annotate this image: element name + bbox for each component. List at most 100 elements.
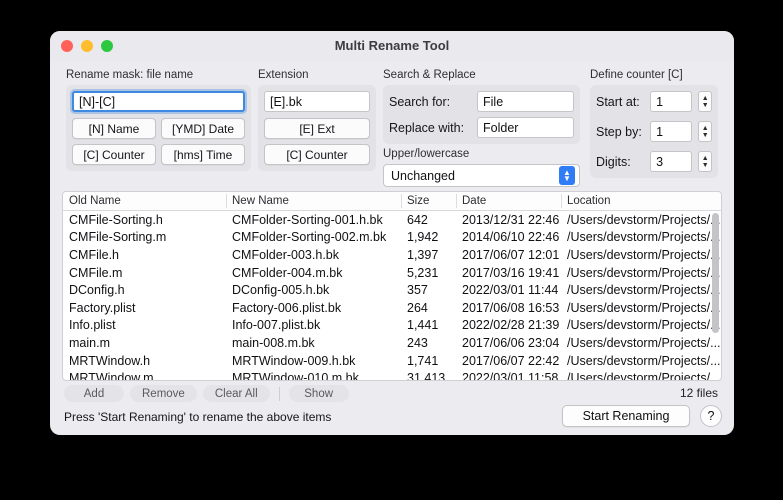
show-button[interactable]: Show	[289, 385, 349, 402]
table-row[interactable]: CMFile.mCMFolder-004.m.bk5,2312017/03/16…	[63, 264, 721, 282]
counter-digits-input[interactable]: 3	[650, 151, 692, 172]
table-row[interactable]: CMFile-Sorting.hCMFolder-Sorting-001.h.b…	[63, 211, 721, 229]
table-vertical-scrollbar[interactable]	[712, 213, 719, 378]
column-header-old-name[interactable]: Old Name	[63, 192, 226, 210]
cell-location: /Users/devstorm/Projects/...	[561, 283, 721, 297]
cell-new: CMFolder-Sorting-001.h.bk	[226, 213, 401, 227]
counter-label: Define counter [C]	[590, 69, 718, 81]
search-replace-box: Search for: File Replace with: Folder	[383, 85, 580, 144]
rename-mask-token-buttons: [N] Name [YMD] Date [C] Counter [hms] Ti…	[72, 118, 245, 165]
token-button-ext[interactable]: [E] Ext	[264, 118, 370, 139]
cell-date: 2022/03/01 11:44	[456, 283, 561, 297]
cell-size: 5,231	[401, 266, 456, 280]
cell-location: /Users/devstorm/Projects/...	[561, 266, 721, 280]
counter-digits-stepper-icon[interactable]: ▲▼	[698, 151, 712, 172]
search-for-input[interactable]: File	[477, 91, 574, 112]
start-renaming-button[interactable]: Start Renaming	[562, 405, 690, 427]
cell-date: 2013/12/31 22:46	[456, 213, 561, 227]
column-header-new-name[interactable]: New Name	[226, 192, 401, 210]
cell-old: DConfig.h	[63, 283, 226, 297]
cell-size: 1,741	[401, 354, 456, 368]
counter-digits-label: Digits:	[596, 155, 644, 169]
add-button[interactable]: Add	[64, 385, 124, 402]
remove-button[interactable]: Remove	[130, 385, 197, 402]
token-button-counter[interactable]: [C] Counter	[72, 144, 156, 165]
token-button-name[interactable]: [N] Name	[72, 118, 156, 139]
file-count-label: 12 files	[680, 386, 718, 400]
case-dropdown[interactable]: Unchanged ▲▼	[383, 164, 580, 187]
counter-start-row: Start at: 1 ▲▼	[596, 91, 712, 112]
table-row[interactable]: CMFile-Sorting.mCMFolder-Sorting-002.m.b…	[63, 229, 721, 247]
multi-rename-tool-window: Multi Rename Tool Rename mask: file name…	[50, 31, 734, 435]
cell-location: /Users/devstorm/Projects/...	[561, 248, 721, 262]
search-replace-group: Search & Replace Search for: File Replac…	[383, 69, 580, 144]
token-button-ext-counter[interactable]: [C] Counter	[264, 144, 370, 165]
counter-step-stepper-icon[interactable]: ▲▼	[698, 121, 712, 142]
extension-label: Extension	[258, 69, 376, 81]
cell-location: /Users/devstorm/Projects/...	[561, 301, 721, 315]
extension-box: [E].bk [E] Ext [C] Counter	[258, 85, 376, 171]
token-button-time[interactable]: [hms] Time	[161, 144, 245, 165]
replace-with-input[interactable]: Folder	[477, 117, 574, 138]
cell-old: Factory.plist	[63, 301, 226, 315]
cell-new: CMFolder-004.m.bk	[226, 266, 401, 280]
cell-new: Info-007.plist.bk	[226, 318, 401, 332]
cell-size: 264	[401, 301, 456, 315]
file-list-table[interactable]: Old Name New Name Size Date Location CMF…	[62, 191, 722, 381]
clear-all-button[interactable]: Clear All	[203, 385, 270, 402]
cell-size: 642	[401, 213, 456, 227]
table-row[interactable]: DConfig.hDConfig-005.h.bk3572022/03/01 1…	[63, 281, 721, 299]
options-panel: Rename mask: file name [N]-[C] [N] Name …	[50, 61, 734, 191]
cell-location: /Users/devstorm/Projects/...	[561, 213, 721, 227]
cell-date: 2017/03/16 19:41	[456, 266, 561, 280]
cell-location: /Users/devstorm/Projects/...	[561, 371, 721, 381]
column-header-location[interactable]: Location	[561, 192, 721, 210]
cell-location: /Users/devstorm/Projects/...	[561, 230, 721, 244]
counter-start-stepper-icon[interactable]: ▲▼	[698, 91, 712, 112]
cell-size: 357	[401, 283, 456, 297]
cell-old: CMFile-Sorting.m	[63, 230, 226, 244]
column-header-size[interactable]: Size	[401, 192, 456, 210]
cell-old: MRTWindow.m	[63, 371, 226, 381]
cell-date: 2017/06/06 23:04	[456, 336, 561, 350]
cell-date: 2014/06/10 22:46	[456, 230, 561, 244]
counter-box: Start at: 1 ▲▼ Step by: 1 ▲▼ Digits: 3 ▲…	[590, 85, 718, 178]
replace-with-row: Replace with: Folder	[389, 117, 574, 138]
rename-mask-input[interactable]: [N]-[C]	[72, 91, 245, 112]
status-hint-text: Press 'Start Renaming' to rename the abo…	[64, 410, 331, 424]
toolbar-divider	[279, 387, 280, 401]
cell-new: MRTWindow-010.m.bk	[226, 371, 401, 381]
cell-size: 1,397	[401, 248, 456, 262]
cell-new: main-008.m.bk	[226, 336, 401, 350]
cell-size: 1,441	[401, 318, 456, 332]
extension-token-buttons: [E] Ext [C] Counter	[264, 118, 370, 165]
cell-size: 243	[401, 336, 456, 350]
counter-step-input[interactable]: 1	[650, 121, 692, 142]
scrollbar-thumb[interactable]	[712, 213, 719, 333]
counter-start-input[interactable]: 1	[650, 91, 692, 112]
table-row[interactable]: MRTWindow.mMRTWindow-010.m.bk31,4132022/…	[63, 369, 721, 381]
counter-step-row: Step by: 1 ▲▼	[596, 121, 712, 142]
cell-old: main.m	[63, 336, 226, 350]
cell-size: 31,413	[401, 371, 456, 381]
cell-location: /Users/devstorm/Projects/...	[561, 336, 721, 350]
table-row[interactable]: Info.plistInfo-007.plist.bk1,4412022/02/…	[63, 317, 721, 335]
cell-date: 2017/06/07 22:42	[456, 354, 561, 368]
cell-new: CMFolder-003.h.bk	[226, 248, 401, 262]
search-for-row: Search for: File	[389, 91, 574, 112]
table-row[interactable]: CMFile.hCMFolder-003.h.bk1,3972017/06/07…	[63, 246, 721, 264]
cell-date: 2017/06/07 12:01	[456, 248, 561, 262]
table-row[interactable]: MRTWindow.hMRTWindow-009.h.bk1,7412017/0…	[63, 352, 721, 370]
case-group: Upper/lowercase Unchanged ▲▼	[383, 148, 580, 187]
table-body: CMFile-Sorting.hCMFolder-Sorting-001.h.b…	[63, 211, 721, 381]
table-row[interactable]: Factory.plistFactory-006.plist.bk2642017…	[63, 299, 721, 317]
column-header-date[interactable]: Date	[456, 192, 561, 210]
token-button-date[interactable]: [YMD] Date	[161, 118, 245, 139]
counter-step-label: Step by:	[596, 125, 644, 139]
counter-digits-row: Digits: 3 ▲▼	[596, 151, 712, 172]
extension-input[interactable]: [E].bk	[264, 91, 370, 112]
cell-date: 2017/06/08 16:53	[456, 301, 561, 315]
help-button[interactable]: ?	[700, 405, 722, 427]
cell-new: Factory-006.plist.bk	[226, 301, 401, 315]
table-row[interactable]: main.mmain-008.m.bk2432017/06/06 23:04/U…	[63, 334, 721, 352]
